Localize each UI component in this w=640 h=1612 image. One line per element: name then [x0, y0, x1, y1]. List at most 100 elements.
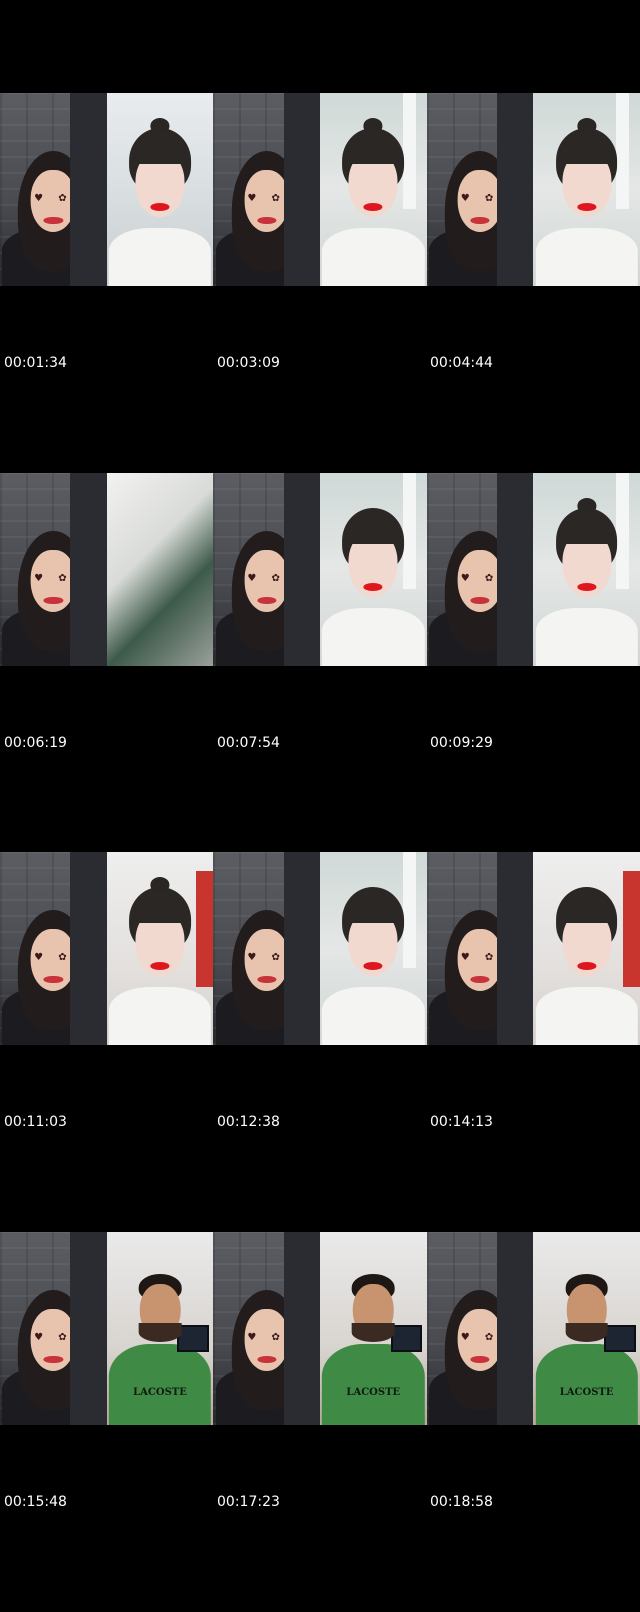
timestamp-label: 00:01:34 [4, 355, 67, 371]
video-frame-thumbnail[interactable]: ♥ ✿ [213, 852, 320, 1045]
timestamp-label: 00:03:09 [217, 355, 280, 371]
bangs [347, 904, 399, 924]
shirt [535, 1343, 638, 1425]
tv-screen [390, 1324, 423, 1352]
bangs [134, 145, 186, 165]
video-frame-thumbnail[interactable] [319, 473, 427, 666]
timestamp-label: 00:12:38 [217, 1114, 280, 1130]
lips [150, 962, 170, 970]
lips [363, 203, 383, 211]
frame-strip: ♥ ✿ ♥ ✿ ♥ ✿ [0, 473, 640, 666]
clothing [535, 608, 638, 666]
frame-strip: ♥ ✿ ♥ ✿ ♥ ✿ [0, 852, 640, 1045]
video-frame-thumbnail[interactable]: ♥ ✿ [426, 1232, 534, 1425]
bangs [561, 525, 613, 545]
clothing [108, 228, 212, 286]
lips [43, 1355, 63, 1364]
face-sticker-icon: ♥ ✿ [34, 952, 73, 964]
lips [43, 596, 63, 605]
timestamp-label: 00:14:13 [430, 1114, 493, 1130]
video-frame-thumbnail[interactable]: ♥ ✿ [426, 473, 534, 666]
shirt-logo-text: LACOSTE [133, 1386, 187, 1398]
timestamp-label: 00:04:44 [430, 355, 493, 371]
lips [257, 216, 277, 225]
contact-sheet: ♥ ✿ ♥ ✿ ♥ ✿ 00:01:34 00:03:09 00:04:44 ♥ ✿ ♥ ✿ ♥… [0, 0, 640, 1518]
face-sticker-icon: ♥ ✿ [247, 952, 286, 964]
lips [577, 203, 597, 211]
clothing [535, 987, 638, 1045]
video-frame-thumbnail[interactable]: ♥ ✿ [213, 473, 320, 666]
face-sticker-icon: ♥ ✿ [247, 573, 286, 585]
beard [565, 1322, 608, 1342]
video-frame-thumbnail[interactable] [533, 473, 640, 666]
video-frame-thumbnail[interactable] [319, 852, 427, 1045]
clothing [322, 228, 425, 286]
face-sticker-icon: ♥ ✿ [34, 573, 73, 585]
video-frame-thumbnail[interactable] [533, 852, 640, 1045]
face-sticker-icon: ♥ ✿ [34, 193, 73, 205]
video-frame-thumbnail[interactable]: ♥ ✿ [0, 852, 107, 1045]
face-sticker-icon: ♥ ✿ [247, 1332, 286, 1344]
thumbnail-row: ♥ ✿ ♥ ✿ ♥ ✿ 00:11:03 00:12:38 00:14:13 [0, 852, 640, 1232]
clothing [108, 987, 212, 1045]
video-frame-thumbnail[interactable] [319, 93, 427, 286]
bangs [347, 145, 399, 165]
shirt-logo-text: LACOSTE [559, 1386, 614, 1398]
video-frame-thumbnail[interactable]: ♥ ✿ [0, 1232, 107, 1425]
timestamp-label: 00:11:03 [4, 1114, 67, 1130]
video-frame-thumbnail[interactable]: ♥ ✿ [213, 1232, 320, 1425]
face-sticker-icon: ♥ ✿ [34, 1332, 73, 1344]
lips [363, 583, 383, 591]
video-frame-thumbnail[interactable] [533, 93, 640, 286]
video-frame-thumbnail[interactable] [106, 473, 214, 666]
beard [351, 1322, 395, 1342]
lips [257, 1355, 277, 1364]
lips [150, 203, 170, 211]
video-frame-thumbnail[interactable]: LACOSTE [106, 1232, 214, 1425]
thumbnail-row: ♥ ✿ LACOSTE ♥ ✿ LACOSTE ♥ ✿ LACOSTE 00:15:48 00… [0, 1232, 640, 1612]
video-frame-thumbnail[interactable]: LACOSTE [319, 1232, 427, 1425]
tv-screen [177, 1324, 210, 1352]
shirt [108, 1343, 212, 1425]
thumbnail-row: ♥ ✿ ♥ ✿ ♥ ✿ 00:01:34 00:03:09 00:04:44 [0, 93, 640, 473]
video-frame-thumbnail[interactable]: ♥ ✿ [426, 852, 534, 1045]
lips [43, 975, 63, 984]
lips [470, 596, 490, 605]
face-sticker-icon: ♥ ✿ [460, 952, 500, 964]
timestamp-label: 00:17:23 [217, 1494, 280, 1510]
lips [257, 975, 277, 984]
beard [138, 1322, 182, 1342]
lips [577, 583, 597, 591]
lips [43, 216, 63, 225]
lips [470, 216, 490, 225]
face-sticker-icon: ♥ ✿ [247, 193, 286, 205]
lips [577, 962, 597, 970]
lips [257, 596, 277, 605]
clothing [322, 987, 425, 1045]
timestamp-label: 00:06:19 [4, 735, 67, 751]
bangs [561, 904, 613, 924]
video-frame-thumbnail[interactable]: ♥ ✿ [426, 93, 534, 286]
lips [470, 975, 490, 984]
face-sticker-icon: ♥ ✿ [460, 1332, 500, 1344]
video-frame-thumbnail[interactable] [106, 93, 214, 286]
timestamp-label: 00:18:58 [430, 1494, 493, 1510]
shirt-logo-text: LACOSTE [346, 1386, 401, 1398]
video-frame-thumbnail[interactable]: ♥ ✿ [213, 93, 320, 286]
face-sticker-icon: ♥ ✿ [460, 573, 500, 585]
video-frame-thumbnail[interactable]: ♥ ✿ [0, 473, 107, 666]
frame-strip: ♥ ✿ LACOSTE ♥ ✿ LACOSTE ♥ ✿ LACOSTE [0, 1232, 640, 1425]
bangs [561, 145, 613, 165]
shirt [322, 1343, 425, 1425]
clothing [535, 228, 638, 286]
bangs [347, 525, 399, 545]
thumbnail-row: ♥ ✿ ♥ ✿ ♥ ✿ 00:06:19 00:07:54 00:09:29 [0, 473, 640, 853]
video-frame-thumbnail[interactable]: LACOSTE [533, 1232, 640, 1425]
frame-strip: ♥ ✿ ♥ ✿ ♥ ✿ [0, 93, 640, 286]
timestamp-label: 00:09:29 [430, 735, 493, 751]
video-frame-thumbnail[interactable] [106, 852, 214, 1045]
timestamp-label: 00:07:54 [217, 735, 280, 751]
video-frame-thumbnail[interactable]: ♥ ✿ [0, 93, 107, 286]
bangs [134, 904, 186, 924]
lips [363, 962, 383, 970]
